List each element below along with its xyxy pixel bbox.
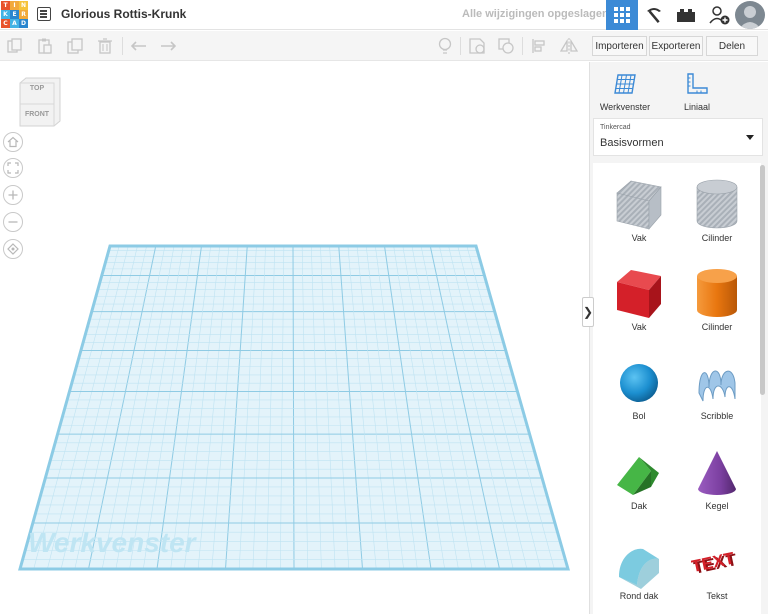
shape-label: Bol	[632, 411, 646, 421]
copy-icon[interactable]	[6, 37, 24, 55]
tinkercad-editor: TINKERCAD Glorious Rottis-Krunk Alle wij…	[0, 0, 768, 614]
shape-label: Tekst	[706, 591, 728, 601]
bricks-icon[interactable]	[670, 0, 702, 30]
workplane-tool[interactable]: Werkvenster	[590, 67, 660, 117]
duplicate-icon[interactable]	[66, 37, 84, 55]
delete-icon[interactable]	[96, 37, 114, 55]
design-menu-icon[interactable]	[37, 7, 51, 21]
scrollbar-thumb[interactable]	[760, 165, 765, 395]
collapse-panel-button[interactable]: ❯	[582, 297, 594, 327]
workplane-tool-label: Werkvenster	[599, 102, 651, 112]
shape-label: Vak	[631, 233, 647, 243]
shapes-panel: Werkvenster Liniaal Tinkercad Basisvorme…	[589, 62, 768, 614]
toolbar-divider	[522, 37, 523, 55]
workplane-icon	[614, 74, 636, 94]
export-button[interactable]: Exporteren	[649, 36, 703, 56]
shape-text[interactable]: TEXT TEXT Tekst	[679, 525, 755, 613]
shape-box[interactable]: Vak	[601, 256, 677, 344]
shape-label: Kegel	[705, 501, 729, 511]
shape-scribble[interactable]: Scribble	[679, 345, 755, 433]
mirror-icon[interactable]	[560, 37, 578, 55]
share-button[interactable]: Delen	[706, 36, 758, 56]
ruler-tool-label: Liniaal	[683, 102, 711, 112]
note-icon[interactable]	[468, 37, 486, 55]
project-title[interactable]: Glorious Rottis-Krunk	[61, 7, 186, 21]
library-name: Basisvormen	[600, 137, 664, 149]
tinkercad-logo[interactable]: TINKERCAD	[1, 1, 28, 28]
toolbar-divider	[122, 37, 123, 55]
shape-label: Vak	[631, 322, 647, 332]
logo-letter: A	[10, 19, 19, 28]
paste-icon[interactable]	[36, 37, 54, 55]
logo-letter: D	[19, 19, 28, 28]
text-icon: TEXT TEXT	[691, 548, 739, 577]
shape-hole-box[interactable]: Vak	[601, 167, 677, 255]
edit-toolbar	[0, 31, 588, 61]
shape-roof[interactable]: Dak	[601, 435, 677, 523]
ruler-tool[interactable]: Liniaal	[662, 67, 732, 117]
scribble-icon	[698, 370, 736, 402]
grid-view-icon[interactable]	[606, 0, 638, 30]
3d-workspace[interactable]: TOP FRONT Werkvenster	[0, 62, 588, 614]
import-button[interactable]: Importeren	[592, 36, 647, 56]
shape-hole-cylinder[interactable]: Cilinder	[679, 167, 755, 255]
round-roof-icon	[619, 548, 659, 589]
logo-letter: N	[19, 1, 28, 10]
shape-cone[interactable]: Kegel	[679, 435, 755, 523]
shape-label: Scribble	[700, 411, 734, 421]
shape-label: Dak	[630, 501, 647, 511]
box-icon	[617, 270, 661, 318]
add-user-icon[interactable]	[703, 0, 735, 30]
hole-cylinder-icon	[696, 179, 738, 229]
light-bulb-icon[interactable]	[436, 37, 454, 55]
align-icon[interactable]	[530, 37, 548, 55]
group-icon[interactable]	[497, 37, 515, 55]
cylinder-icon	[697, 269, 737, 317]
logo-letter: E	[10, 10, 19, 19]
shape-list-scrollbar[interactable]	[759, 163, 765, 614]
pickaxe-icon[interactable]	[638, 0, 670, 30]
roof-icon	[617, 457, 659, 495]
logo-letter: T	[1, 1, 10, 10]
shape-grid: Vak Cilinder Vak Cilinder Bol Scribble D…	[593, 163, 761, 614]
shape-label: Rond dak	[619, 591, 659, 601]
avatar[interactable]	[735, 1, 765, 29]
hole-box-icon	[616, 180, 662, 230]
caret-down-icon	[746, 135, 754, 140]
undo-icon[interactable]	[130, 37, 148, 55]
file-actions-bar: Importeren Exporteren Delen	[588, 31, 768, 61]
logo-letter: C	[1, 19, 10, 28]
shape-library-select[interactable]: Tinkercad Basisvormen	[593, 118, 763, 156]
library-category: Tinkercad	[600, 124, 631, 131]
shape-cylinder[interactable]: Cilinder	[679, 256, 755, 344]
logo-letter: K	[1, 10, 10, 19]
redo-icon[interactable]	[159, 37, 177, 55]
ruler-icon	[687, 73, 708, 94]
sphere-icon	[620, 364, 658, 402]
shape-label: Cilinder	[701, 322, 733, 332]
save-status: Alle wijzigingen opgeslagen	[462, 8, 609, 20]
shape-sphere[interactable]: Bol	[601, 345, 677, 433]
cone-icon	[698, 451, 736, 495]
shape-round-roof[interactable]: Rond dak	[601, 525, 677, 613]
workplane-label: Werkvenster	[28, 527, 196, 558]
top-bar: TINKERCAD Glorious Rottis-Krunk Alle wij…	[0, 0, 768, 30]
shape-label: Cilinder	[701, 233, 733, 243]
toolbar-divider	[460, 37, 461, 55]
logo-letter: I	[10, 1, 19, 10]
logo-letter: R	[19, 10, 28, 19]
